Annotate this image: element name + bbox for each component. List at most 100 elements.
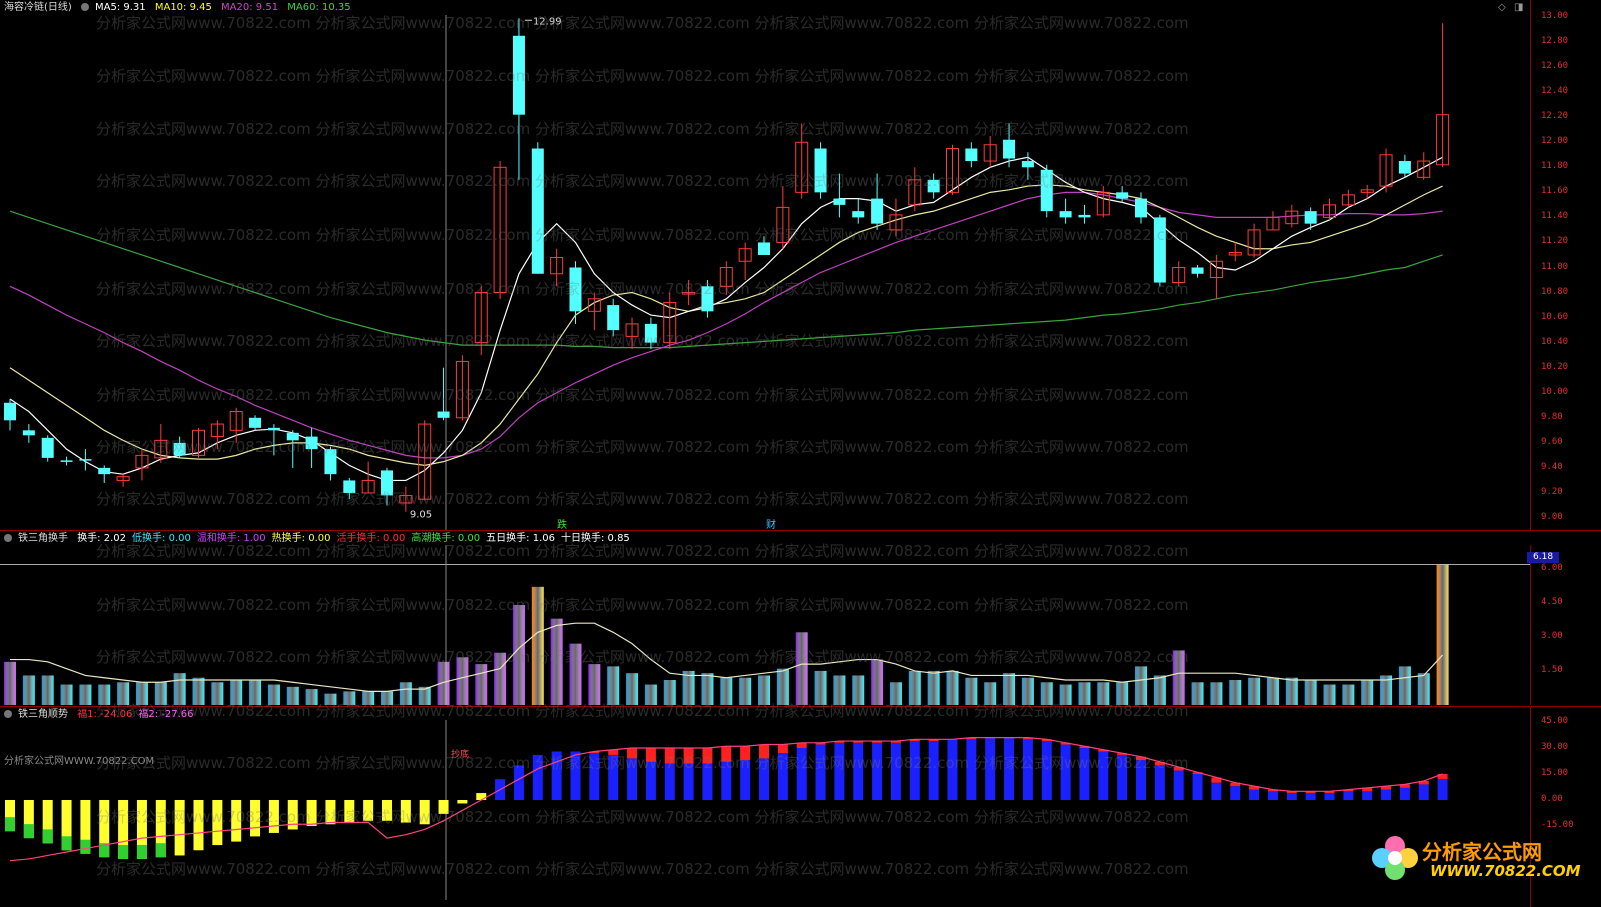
turnover-bar — [211, 682, 224, 705]
turnover-axis: 6.00 4.50 3.00 1.50 — [1530, 545, 1601, 705]
trend-bar-negative — [250, 800, 261, 837]
turnover-bar — [1229, 680, 1242, 705]
turnover-bar — [1304, 680, 1317, 705]
trend-bar-positive — [627, 758, 638, 800]
candle-body — [437, 411, 450, 418]
trend-bar-positive — [890, 742, 901, 800]
trend-bar-red — [721, 746, 732, 762]
volume-legend: 铁三角换手 换手: 2.02 低换手: 0.00 温和换手: 1.00 热换手: 0.… — [4, 532, 636, 546]
trend-bar-negative — [419, 800, 430, 825]
trend-bar-positive — [1060, 744, 1071, 800]
turnover-bar — [889, 682, 902, 705]
turnover-bar — [475, 664, 488, 705]
turnover-bar — [1021, 677, 1034, 705]
candle-body — [1040, 169, 1053, 212]
turnover-bar — [4, 661, 16, 705]
trend-bar-green — [61, 836, 72, 851]
trend-bar-positive — [759, 758, 769, 800]
trend-bar-green — [155, 843, 166, 858]
trend-chart[interactable] — [0, 720, 1530, 900]
turnover-bar — [135, 682, 148, 705]
candle-body — [927, 179, 940, 193]
candle-body — [1398, 161, 1411, 174]
turnover-bar — [173, 673, 186, 705]
price-tick-label: 12.80 — [1541, 36, 1569, 47]
trend-bar-red — [627, 748, 638, 759]
trend-bar-positive — [1022, 739, 1033, 800]
turnover-bar — [192, 677, 205, 705]
panel-divider — [0, 530, 1601, 531]
price-tick-label: 10.40 — [1541, 336, 1569, 347]
trend-bar-positive — [683, 763, 694, 800]
turnover-tick-label: 6.00 — [1541, 562, 1563, 573]
turnover-bar — [720, 677, 733, 705]
turnover-bar — [456, 657, 469, 705]
trend-bar-positive — [1267, 791, 1278, 800]
volume-stat-2: 温和换手: 1.00 — [196, 533, 266, 544]
trend-tick-label: 15.00 — [1541, 768, 1569, 778]
trend-tick-label: -15.00 — [1541, 820, 1574, 830]
turnover-bar — [701, 673, 714, 705]
trend-bar-positive — [1154, 765, 1165, 800]
trend-bar-green — [118, 844, 129, 859]
trend-bar-positive — [1399, 787, 1410, 800]
trend-bar-negative — [231, 800, 242, 842]
candle-body — [852, 211, 865, 218]
ma20-line — [9, 191, 1443, 459]
turnover-bar — [569, 643, 582, 705]
candle-body — [286, 432, 299, 441]
trend-bar-positive — [834, 742, 845, 800]
turnover-bar — [984, 682, 997, 705]
ma10-line — [9, 184, 1443, 467]
candle-body — [644, 323, 657, 343]
candle-body — [249, 417, 262, 428]
turnover-chart[interactable] — [0, 545, 1530, 705]
trend-bar-positive — [1324, 793, 1335, 800]
candle-body — [1059, 211, 1072, 218]
turnover-tick-label: 3.00 — [1541, 630, 1563, 641]
turnover-bar — [1191, 682, 1204, 705]
trend-bar-positive — [1362, 791, 1373, 800]
trend-dot-icon[interactable] — [4, 710, 12, 718]
candle-body — [4, 402, 16, 421]
trend-bar-positive — [947, 739, 958, 800]
price-tick-label: 12.40 — [1541, 86, 1569, 97]
trend-bar-red — [683, 748, 694, 764]
candle-body — [98, 467, 111, 475]
turnover-bar — [1436, 564, 1449, 705]
volume-dot-icon[interactable] — [4, 534, 12, 542]
turnover-bar — [1210, 682, 1223, 705]
price-tick-label: 10.00 — [1541, 386, 1569, 397]
turnover-bar — [758, 675, 770, 705]
candle-body — [267, 427, 280, 431]
candle-body — [1304, 211, 1317, 224]
trend-bar-positive — [928, 741, 939, 800]
candlestick-chart[interactable]: 12.99 9.05 跌 财 — [0, 0, 1530, 530]
trend-bar-positive — [1418, 784, 1429, 800]
trend-tick-label: 0.00 — [1541, 794, 1563, 804]
trend-bar-positive — [608, 754, 619, 800]
turnover-bar — [1003, 673, 1016, 705]
price-tick-label: 10.80 — [1541, 286, 1569, 297]
turnover-bar — [494, 652, 507, 705]
candle-body — [1078, 214, 1091, 218]
candle-body — [1021, 161, 1034, 168]
turnover-bar — [908, 670, 921, 705]
turnover-bar — [1097, 682, 1110, 705]
trend-bar-positive — [570, 751, 581, 800]
candle-body — [1116, 192, 1129, 199]
price-tick-label: 9.60 — [1541, 436, 1563, 447]
candle-body — [305, 436, 318, 450]
trend-bar-positive — [513, 765, 524, 800]
trend-bar-negative — [212, 800, 223, 846]
trend-bar-positive — [664, 763, 675, 800]
candle-body — [1135, 198, 1147, 218]
trend-bar-negative — [193, 800, 204, 851]
price-tick-label: 11.40 — [1541, 211, 1569, 222]
flower-logo-icon — [1372, 836, 1418, 880]
volume-stat-7: 十日换手: 0.85 — [560, 533, 630, 544]
turnover-bar — [1040, 682, 1053, 705]
turnover-bar — [663, 680, 676, 705]
panel-divider — [0, 706, 1601, 707]
price-tick-label: 9.80 — [1541, 411, 1563, 422]
